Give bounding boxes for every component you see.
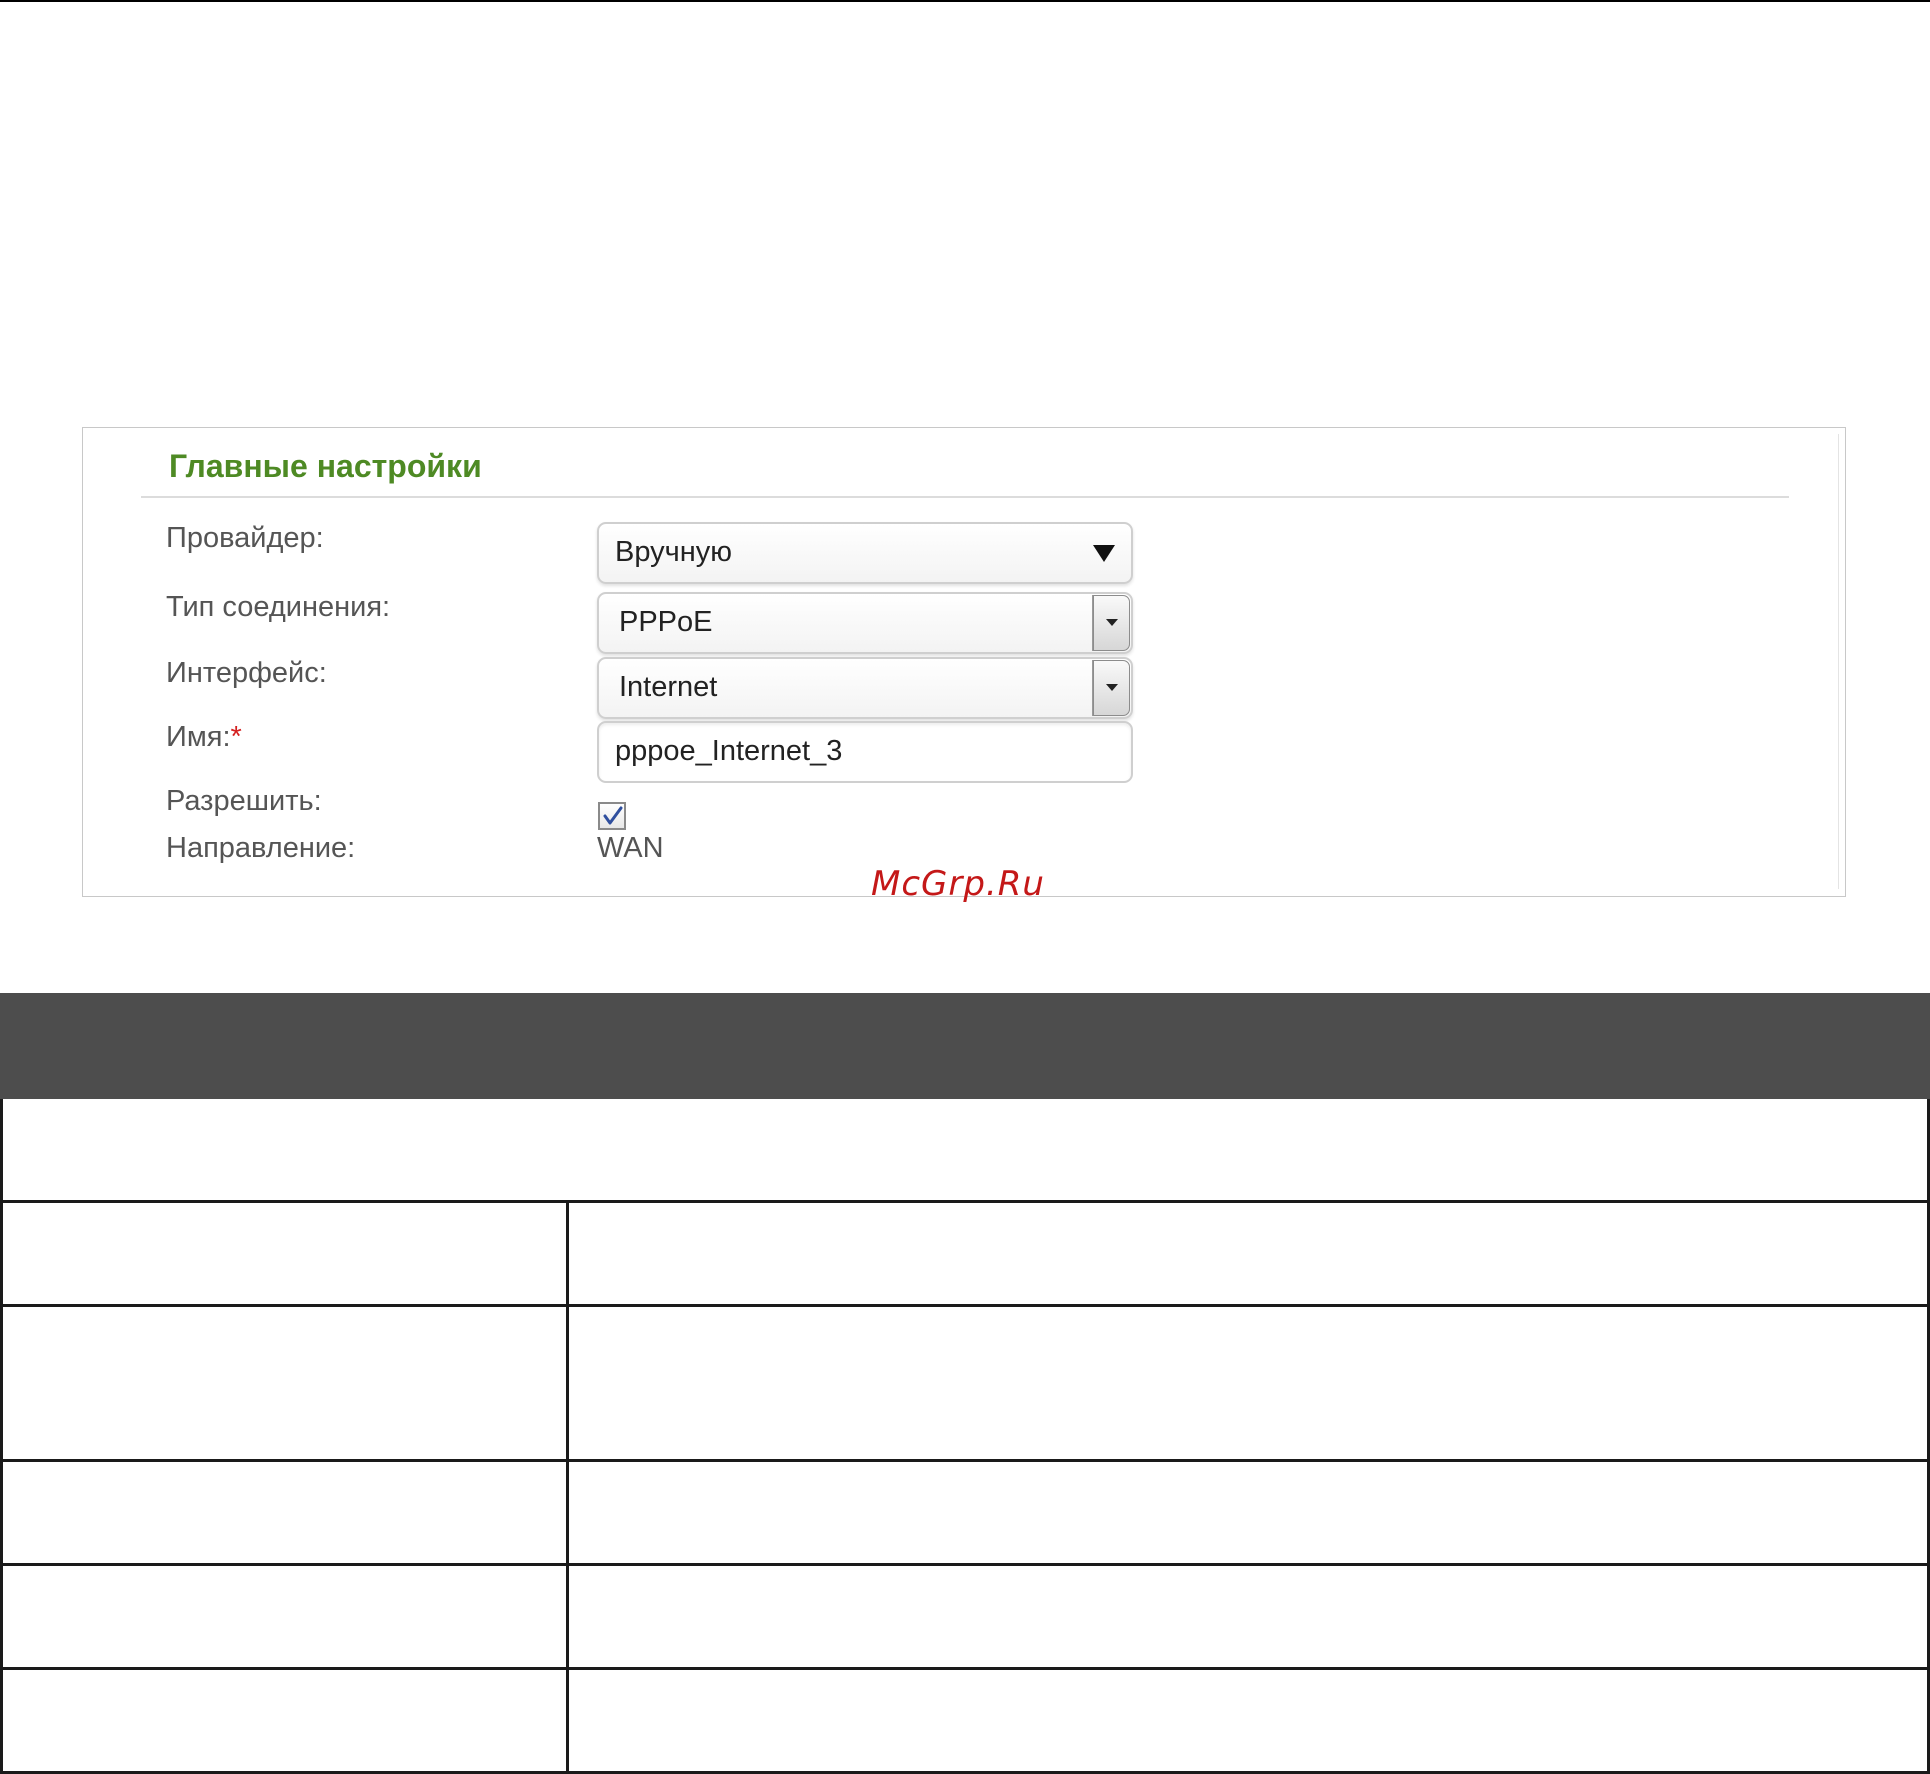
interface-select[interactable]: Internet xyxy=(597,657,1133,719)
watermark: McGrp.Ru xyxy=(871,864,1045,904)
provider-select[interactable]: Вручную xyxy=(597,522,1133,584)
provider-select-value: Вручную xyxy=(615,536,733,568)
table-row xyxy=(0,1566,1930,1670)
connection-type-select-value: PPPoE xyxy=(619,606,713,638)
name-input[interactable]: pppoe_Internet_3 xyxy=(597,721,1133,783)
dropdown-arrow-icon xyxy=(1093,545,1115,562)
connection-type-label: Тип соединения: xyxy=(166,591,391,623)
table-header xyxy=(0,993,1930,1099)
provider-label: Провайдер: xyxy=(166,522,324,554)
parameters-table xyxy=(0,993,1930,1774)
name-label-text: Имя: xyxy=(166,721,231,753)
dropdown-button-icon[interactable] xyxy=(1092,595,1130,651)
panel-title: Главные настройки xyxy=(169,448,482,484)
column-divider xyxy=(566,1307,569,1459)
panel-inner-border xyxy=(1838,434,1839,889)
settings-panel: Главные настройки Провайдер: Вручную Тип… xyxy=(82,427,1846,897)
name-label: Имя:* xyxy=(166,721,242,754)
table-row xyxy=(0,1462,1930,1566)
title-divider xyxy=(141,496,1789,498)
column-divider xyxy=(566,1670,569,1771)
table-row xyxy=(0,1307,1930,1462)
column-divider xyxy=(566,1462,569,1563)
connection-type-select[interactable]: PPPoE xyxy=(597,592,1133,654)
table-section-row xyxy=(0,1099,1930,1203)
table-row xyxy=(0,1670,1930,1774)
interface-select-value: Internet xyxy=(619,671,718,703)
dropdown-button-icon[interactable] xyxy=(1092,660,1130,716)
required-asterisk: * xyxy=(230,721,242,753)
checkmark-icon xyxy=(603,806,623,825)
column-divider xyxy=(566,1566,569,1667)
top-rule xyxy=(0,0,1930,2)
column-divider xyxy=(566,1203,569,1304)
direction-value: WAN xyxy=(597,832,664,864)
interface-label: Интерфейс: xyxy=(166,657,327,689)
enable-checkbox[interactable] xyxy=(598,802,626,830)
name-input-value: pppoe_Internet_3 xyxy=(615,735,843,767)
enable-label: Разрешить: xyxy=(166,785,322,817)
direction-label: Направление: xyxy=(166,832,356,864)
table-row xyxy=(0,1203,1930,1307)
